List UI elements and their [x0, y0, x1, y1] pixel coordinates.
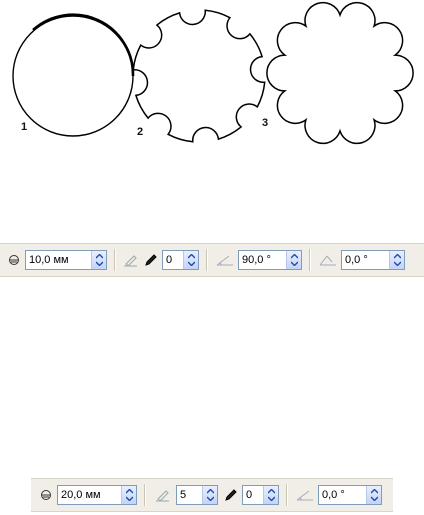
spin-down-icon[interactable]	[187, 260, 195, 267]
angle2-spinbox[interactable]: 0,0 °	[341, 250, 405, 270]
angle-icon	[214, 251, 236, 269]
outline-spin-buttons[interactable]	[263, 486, 278, 504]
pencil-icon	[222, 486, 240, 504]
size-value: 20,0 мм	[61, 489, 101, 501]
toolbar-separator	[144, 484, 145, 506]
count-spinbox[interactable]: 5	[176, 485, 218, 505]
angle-icon	[294, 486, 316, 504]
spin-down-icon[interactable]	[393, 260, 401, 267]
toolbar-separator	[114, 249, 115, 271]
pencil-icon	[142, 251, 160, 269]
property-toolbar-2: 20,0 мм 5 0 0,0 °	[31, 478, 393, 512]
size-spin-buttons[interactable]	[91, 251, 106, 269]
shapes-canvas	[12, 1, 414, 145]
pen-icon	[122, 251, 140, 269]
outline-spinbox[interactable]: 0	[162, 250, 199, 270]
angle1-spin-buttons[interactable]	[286, 251, 301, 269]
spin-down-icon[interactable]	[267, 495, 275, 502]
spin-up-icon[interactable]	[393, 253, 401, 260]
angle-value: 0,0 °	[322, 489, 345, 501]
size-spinbox[interactable]: 20,0 мм	[57, 485, 137, 505]
angle2-spin-buttons[interactable]	[389, 251, 404, 269]
toolbar-separator	[206, 249, 207, 271]
angle-spin-buttons[interactable]	[366, 486, 381, 504]
property-toolbar-1: 10,0 мм 0 90,0 ° 0,0 °	[0, 243, 424, 277]
pen-icon	[152, 486, 174, 504]
shape-label-3: 3	[262, 117, 269, 129]
flower-shape	[266, 1, 414, 145]
spin-up-icon[interactable]	[125, 488, 133, 495]
spin-up-icon[interactable]	[290, 253, 298, 260]
shape-label-2: 2	[137, 126, 144, 138]
spin-down-icon[interactable]	[206, 495, 214, 502]
spin-up-icon[interactable]	[187, 253, 195, 260]
spin-down-icon[interactable]	[95, 260, 103, 267]
angle2-value: 0,0 °	[345, 254, 368, 266]
circle-shape	[12, 13, 135, 137]
spin-up-icon[interactable]	[95, 253, 103, 260]
spin-down-icon[interactable]	[125, 495, 133, 502]
size-value: 10,0 мм	[29, 254, 69, 266]
size-spin-buttons[interactable]	[121, 486, 136, 504]
angle-icon	[317, 251, 339, 269]
shape-label-1: 1	[21, 121, 28, 133]
toolbar-separator	[286, 484, 287, 506]
spin-down-icon[interactable]	[370, 495, 378, 502]
spin-up-icon[interactable]	[206, 488, 214, 495]
count-value: 5	[180, 489, 187, 501]
outline-value: 0	[246, 489, 253, 501]
spin-up-icon[interactable]	[267, 488, 275, 495]
angle-spinbox[interactable]: 0,0 °	[318, 485, 382, 505]
radius-icon	[37, 486, 55, 504]
toolbar-separator	[309, 249, 310, 271]
angle1-value: 90,0 °	[242, 254, 271, 266]
count-spin-buttons[interactable]	[202, 486, 217, 504]
outline-spin-buttons[interactable]	[183, 251, 198, 269]
outline-spinbox[interactable]: 0	[242, 485, 279, 505]
outline-value: 0	[166, 254, 173, 266]
gear-shape	[132, 9, 266, 143]
size-spinbox[interactable]: 10,0 мм	[25, 250, 107, 270]
spin-down-icon[interactable]	[290, 260, 298, 267]
radius-icon	[5, 251, 23, 269]
spin-up-icon[interactable]	[370, 488, 378, 495]
shapes-figure: 1 2 3	[0, 0, 424, 160]
angle1-spinbox[interactable]: 90,0 °	[238, 250, 302, 270]
